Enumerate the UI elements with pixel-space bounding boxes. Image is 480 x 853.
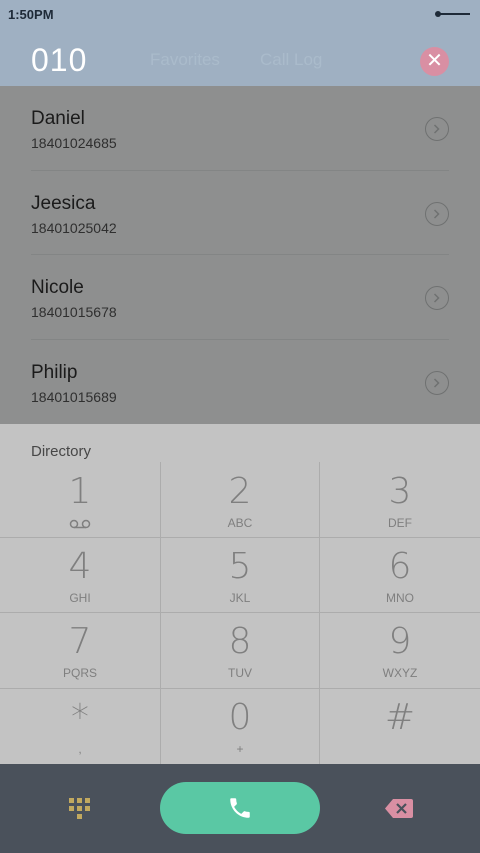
- keypad-grid-icon: [69, 798, 90, 819]
- contact-row[interactable]: Nicole 18401015678: [31, 255, 449, 340]
- directory-label: Directory: [31, 443, 92, 460]
- key-letters: ABC: [227, 516, 253, 530]
- contact-detail-button[interactable]: [425, 370, 449, 395]
- chevron-right-icon: [433, 124, 440, 134]
- key-letters: MNO: [386, 591, 414, 605]
- key-hash[interactable]: #: [320, 688, 480, 764]
- chevron-right-icon: [433, 208, 440, 219]
- contact-detail-button[interactable]: [425, 201, 449, 226]
- contact-phone: 18401015678: [31, 304, 117, 320]
- status-bar: 1:50PM: [0, 0, 480, 30]
- key-9[interactable]: 9 WXYZ: [320, 612, 480, 688]
- key-digit: 6: [388, 546, 412, 587]
- backspace-icon: [385, 799, 413, 818]
- keypad-toggle-button[interactable]: [68, 797, 91, 820]
- key-3[interactable]: 3 DEF: [320, 462, 480, 538]
- signal-indicator-icon: [435, 11, 470, 17]
- key-8[interactable]: 8 TUV: [160, 612, 320, 688]
- key-letters: GHI: [69, 591, 91, 605]
- key-digit: 3: [388, 471, 412, 512]
- contact-row[interactable]: Daniel 18401024685: [31, 86, 449, 171]
- clear-number-button[interactable]: ✕: [420, 47, 449, 76]
- key-0[interactable]: 0 +: [160, 688, 320, 764]
- dial-pad: Directory 1 2 ABC 3 DEF 4 GHI 5 JKL 6 MN…: [0, 424, 480, 764]
- key-2[interactable]: 2 ABC: [160, 462, 320, 538]
- call-button[interactable]: [160, 782, 320, 834]
- key-digit: 1: [68, 471, 92, 512]
- contact-phone: 18401015689: [31, 388, 117, 405]
- key-digit: 5: [228, 546, 252, 587]
- key-digit: 4: [68, 546, 92, 587]
- key-digit: 9: [388, 621, 412, 662]
- key-letters: TUV: [228, 666, 252, 680]
- contact-phone: 18401025042: [31, 219, 117, 236]
- contact-detail-button[interactable]: [425, 117, 449, 141]
- key-digit: 2: [228, 471, 252, 512]
- key-letters: DEF: [388, 516, 412, 530]
- dialer-action-bar: [0, 764, 480, 853]
- contact-name: Daniel: [31, 108, 85, 129]
- chevron-right-icon: [433, 293, 440, 303]
- key-letters: PQRS: [62, 666, 97, 680]
- key-digit: #: [384, 697, 416, 738]
- status-time: 1:50PM: [8, 7, 54, 22]
- backspace-button[interactable]: [384, 798, 414, 819]
- contact-name: Jeesica: [31, 192, 96, 214]
- contact-suggestions-list: Daniel 18401024685 Jeesica 18401025042 N…: [0, 86, 480, 424]
- key-7[interactable]: 7 PQRS: [0, 612, 160, 688]
- contact-name: Nicole: [31, 277, 84, 298]
- key-digit: *: [71, 697, 89, 738]
- key-1[interactable]: 1: [0, 462, 160, 538]
- contact-phone: 18401024685: [31, 135, 117, 151]
- key-5[interactable]: 5 JKL: [160, 537, 320, 613]
- key-star[interactable]: * ,: [0, 688, 160, 764]
- key-letters: ,: [78, 742, 82, 756]
- contact-name: Philip: [31, 361, 78, 383]
- tab-favorites[interactable]: Favorites: [150, 50, 220, 70]
- phone-icon: [230, 798, 250, 818]
- key-6[interactable]: 6 MNO: [320, 537, 480, 613]
- dialer-header: 010 Favorites Call Log ✕: [0, 30, 480, 86]
- keypad-grid: 1 2 ABC 3 DEF 4 GHI 5 JKL 6 MNO 7 PQRS 8…: [0, 462, 480, 764]
- key-digit: 0: [228, 697, 252, 738]
- key-4[interactable]: 4 GHI: [0, 537, 160, 613]
- key-letters: WXYZ: [382, 666, 418, 680]
- key-digit: 8: [228, 621, 252, 662]
- contact-row[interactable]: Philip 18401015689: [31, 340, 449, 425]
- tab-call-log[interactable]: Call Log: [260, 50, 322, 70]
- clear-icon: ✕: [426, 50, 443, 72]
- contact-detail-button[interactable]: [425, 286, 449, 310]
- key-digit: 7: [68, 621, 92, 662]
- contact-row[interactable]: Jeesica 18401025042: [31, 171, 449, 255]
- key-letters: +: [236, 742, 244, 756]
- chevron-right-icon: [433, 377, 440, 388]
- voicemail-icon: [69, 519, 91, 529]
- key-letters: JKL: [229, 591, 251, 605]
- dialed-number: 010: [31, 42, 88, 78]
